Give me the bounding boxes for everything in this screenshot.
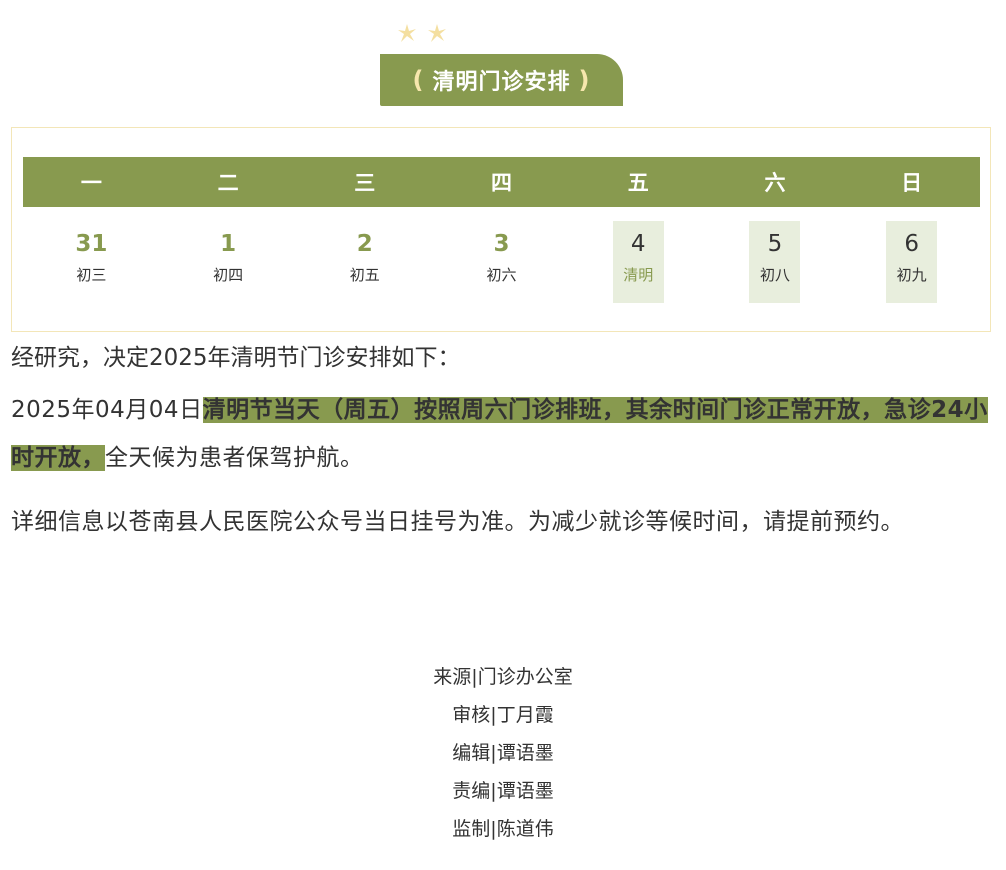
weekday-label: 五 <box>627 171 649 195</box>
credits-block: 来源|门诊办公室 审核|丁月霞 编辑|谭语墨 责编|谭语墨 监制|陈道伟 <box>0 658 1006 848</box>
calendar-day: 3 初六 <box>433 221 570 303</box>
page-title-badge: ( 清明门诊安排 ) <box>380 54 623 106</box>
schedule-tail: 全天候为患者保驾护航。 <box>105 445 364 471</box>
lunar-date-festival: 清明 <box>623 266 654 284</box>
title-paren-open: ( <box>412 66 425 94</box>
day-number: 1 <box>220 231 237 257</box>
lunar-date: 初三 <box>76 266 107 284</box>
day-number: 5 <box>767 231 783 257</box>
day-number: 31 <box>75 231 108 257</box>
calendar-weekday-header: 一 二 三 四 五 六 日 <box>23 157 980 207</box>
note-paragraph: 详细信息以苍南县人民医院公众号当日挂号为准。为减少就诊等候时间，请提前预约。 <box>11 509 904 535</box>
calendar-day: 1 初四 <box>160 221 297 303</box>
day-number: 4 <box>630 231 646 257</box>
calendar-day-highlighted: 5 初八 <box>707 221 844 303</box>
lunar-date: 初六 <box>486 266 517 284</box>
intro-paragraph: 经研究，决定2025年清明节门诊安排如下： <box>11 345 461 371</box>
title-paren-close: ) <box>578 66 591 94</box>
weekday-label: 三 <box>354 171 376 195</box>
day-number: 3 <box>493 231 510 257</box>
lunar-date: 初八 <box>759 266 790 284</box>
holiday-calendar: 一 二 三 四 五 六 日 31 初三 1 初四 2 初五 3 初六 4 清明 … <box>11 127 991 332</box>
day-number: 2 <box>356 231 373 257</box>
lunar-date: 初四 <box>213 266 244 284</box>
credit-editor: 编辑|谭语墨 <box>452 742 554 764</box>
calendar-day: 2 初五 <box>296 221 433 303</box>
lunar-date: 初五 <box>349 266 380 284</box>
credit-source: 来源|门诊办公室 <box>433 666 573 688</box>
credit-reviewer: 审核|丁月霞 <box>452 704 554 726</box>
calendar-day-highlighted: 6 初九 <box>843 221 980 303</box>
weekday-label: 六 <box>764 171 786 195</box>
schedule-paragraph: 2025年04月04日清明节当天（周五）按照周六门诊排班，其余时间门诊正常开放，… <box>11 386 993 482</box>
credit-chief-editor: 责编|谭语墨 <box>452 780 554 802</box>
page-title: 清明门诊安排 <box>432 70 571 95</box>
calendar-day: 31 初三 <box>23 221 160 303</box>
calendar-day-highlighted: 4 清明 <box>570 221 707 303</box>
weekday-label: 四 <box>491 171 513 195</box>
decorative-sparkle-icon <box>398 24 446 42</box>
calendar-days-row: 31 初三 1 初四 2 初五 3 初六 4 清明 5 初八 6 初九 <box>23 221 980 303</box>
day-number: 6 <box>904 231 919 257</box>
credit-supervisor: 监制|陈道伟 <box>452 818 554 840</box>
lunar-date: 初九 <box>896 266 927 284</box>
schedule-date: 2025年04月04日 <box>11 397 203 423</box>
weekday-label: 二 <box>217 171 239 195</box>
weekday-label: 日 <box>901 171 923 195</box>
weekday-label: 一 <box>80 171 102 195</box>
